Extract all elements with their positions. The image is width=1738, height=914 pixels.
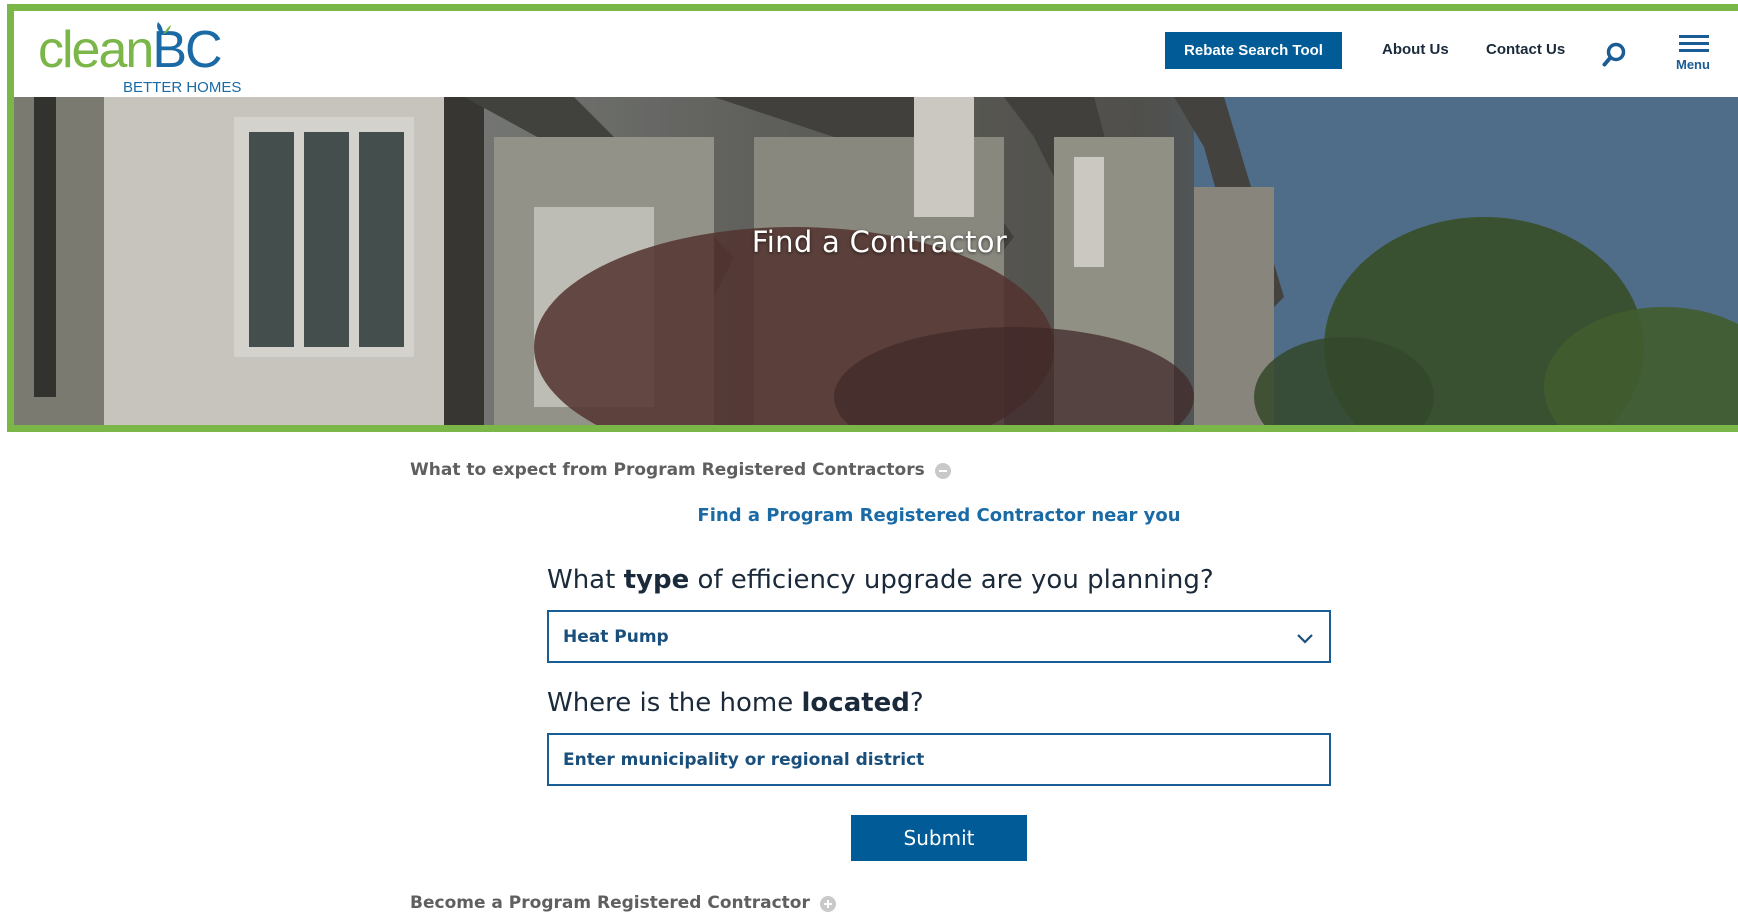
- cleanbc-logo[interactable]: cleanBC BETTER HOMES: [38, 19, 278, 97]
- chevron-down-icon: [1297, 634, 1313, 644]
- hero-title: Find a Contractor: [751, 225, 1008, 259]
- logo-wordmark: cleanBC: [38, 19, 223, 81]
- question-emphasis: located: [801, 688, 910, 718]
- logo-clean-text: clean: [38, 21, 154, 79]
- question-text: Where is the home: [547, 688, 802, 718]
- logo-subtitle: BETTER HOMES: [123, 79, 242, 96]
- become-toggle-label: Become a Program Registered Contractor: [410, 893, 810, 913]
- expand-icon: [819, 896, 836, 912]
- nav-about-us[interactable]: About Us: [1382, 41, 1449, 58]
- question-text: ?: [909, 688, 924, 718]
- nav-contact-us[interactable]: Contact Us: [1486, 41, 1565, 58]
- menu-button[interactable]: Menu: [1673, 35, 1713, 73]
- hero-houses-image: [14, 97, 1738, 425]
- submit-button[interactable]: Submit: [851, 815, 1027, 861]
- question-text: What: [547, 565, 624, 595]
- upgrade-type-select[interactable]: Heat Pump: [547, 610, 1331, 663]
- question-emphasis: type: [623, 565, 690, 595]
- collapse-icon: [934, 463, 951, 479]
- leaf-icon: [157, 22, 171, 34]
- hamburger-icon: [1679, 35, 1709, 53]
- site-header: cleanBC BETTER HOMES Rebate Search Tool …: [14, 11, 1738, 97]
- home-location-question: Where is the home located?: [547, 688, 924, 718]
- expect-toggle-label: What to expect from Program Registered C…: [410, 460, 925, 480]
- expect-accordion-toggle[interactable]: What to expect from Program Registered C…: [410, 460, 951, 480]
- upgrade-type-selected-value: Heat Pump: [563, 626, 669, 647]
- search-button[interactable]: [1601, 41, 1629, 69]
- menu-label: Menu: [1676, 57, 1710, 72]
- upgrade-type-question: What type of efficiency upgrade are you …: [547, 565, 1214, 595]
- hero-banner: Find a Contractor: [14, 97, 1738, 425]
- rebate-search-tool-button[interactable]: Rebate Search Tool: [1165, 32, 1342, 69]
- location-input[interactable]: [547, 733, 1331, 786]
- become-contractor-accordion-toggle[interactable]: Become a Program Registered Contractor: [410, 893, 836, 913]
- search-icon: [1602, 42, 1626, 67]
- header-hero-frame: cleanBC BETTER HOMES Rebate Search Tool …: [7, 4, 1738, 432]
- question-text: of efficiency upgrade are you planning?: [689, 565, 1214, 595]
- find-contractor-heading: Find a Program Registered Contractor nea…: [697, 505, 1181, 526]
